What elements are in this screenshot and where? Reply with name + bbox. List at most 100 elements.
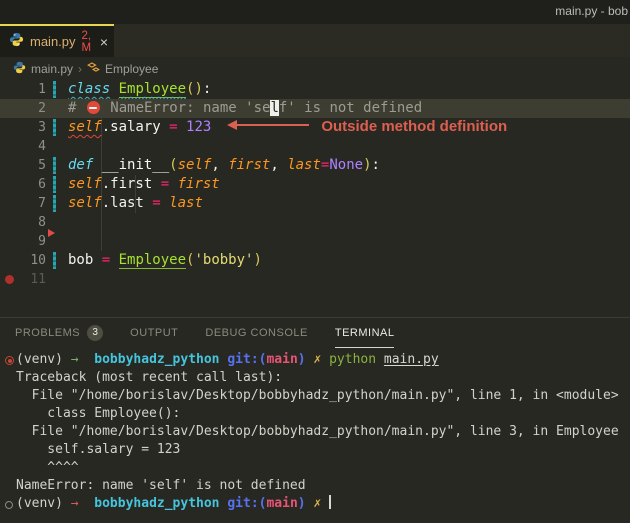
code-token: f' is not defined <box>278 100 423 116</box>
code-line[interactable]: 3 self.salary = 123 Outside method definit… <box>0 118 630 137</box>
code-line[interactable]: 11 <box>0 270 630 289</box>
code-token: def <box>68 157 94 173</box>
problems-count-badge: 3 <box>87 325 104 341</box>
python-icon <box>9 32 24 51</box>
code-text: self.last = last <box>68 194 203 213</box>
terminal-line: ^^^^ <box>4 459 630 477</box>
code-token: = <box>160 119 187 135</box>
code-token: .salary <box>101 119 161 135</box>
chevron-right-icon: › <box>78 61 83 76</box>
code-token: File "/home/borislav/Desktop/bobbyhadz_p… <box>16 388 619 403</box>
breadcrumb-file[interactable]: main.py <box>31 62 73 76</box>
tab-output[interactable]: OUTPUT <box>130 318 178 348</box>
terminal-lines: (venv) → bobbyhadz_python git:(main) ✗ p… <box>4 351 630 513</box>
code-token: first <box>177 176 220 192</box>
error-dot-icon <box>5 275 14 284</box>
bottom-panel: PROBLEMS 3 OUTPUT DEBUG CONSOLE TERMINAL… <box>0 317 630 523</box>
tab-problems[interactable]: PROBLEMS 3 <box>15 318 104 348</box>
code-token: .last <box>101 195 144 211</box>
line-number: 7 <box>38 196 46 211</box>
code-token: main.py <box>383 352 439 367</box>
code-token: last <box>169 195 203 211</box>
line-number: 10 <box>30 253 46 268</box>
tab-debug-console-label: DEBUG CONSOLE <box>205 327 308 339</box>
code-token: # <box>68 100 85 116</box>
annotation-arrow-icon <box>227 120 310 130</box>
code-token: Employee <box>118 81 187 98</box>
code-text: # NameError: name 'self' is not defined <box>68 99 422 118</box>
code-token: self <box>177 157 212 173</box>
code-editor[interactable]: 1 class Employee(): 2 # NameError: name 'se… <box>0 80 630 317</box>
code-line[interactable]: 1 class Employee(): <box>0 80 630 99</box>
indent-guide <box>101 232 102 251</box>
git-modified-indicator <box>53 176 56 193</box>
git-modified-indicator <box>53 157 56 174</box>
code-line[interactable]: 9 <box>0 232 630 251</box>
terminal-line: (venv) → bobbyhadz_python git:(main) ✗ <box>4 495 630 513</box>
code-token: class <box>68 81 111 97</box>
red-triangle-marker-icon <box>48 229 55 237</box>
code-token: main <box>266 496 298 511</box>
code-token: bobbyhadz_python <box>94 496 220 511</box>
code-line[interactable]: 8 <box>0 213 630 237</box>
code-token: Traceback (most recent call last): <box>16 370 283 385</box>
code-token: __init__ <box>101 157 170 173</box>
no-entry-icon <box>86 101 100 114</box>
code-text: def __init__(self, first, last=None): <box>68 156 380 175</box>
code-token: None <box>329 157 364 173</box>
code-token: 'bobby' <box>194 252 254 268</box>
code-token: 123 <box>186 119 212 135</box>
code-text: self.salary = 123 Outside method definiti… <box>68 118 507 137</box>
annotation-text: Outside method definition <box>321 118 508 135</box>
code-line[interactable]: 5 def __init__(self, first, last=None): <box>0 156 630 175</box>
code-line[interactable]: 6 self.first = first <box>0 175 630 194</box>
code-line[interactable]: 7 self.last = last <box>0 194 630 213</box>
tab-debug-console[interactable]: DEBUG CONSOLE <box>205 318 307 348</box>
code-token: self.salary = 123 <box>16 442 181 457</box>
code-token: : <box>202 81 212 97</box>
tab-close-icon[interactable]: × <box>100 34 108 50</box>
code-token: File "/home/borislav/Desktop/bobbyhadz_p… <box>16 424 619 439</box>
tab-label: main.py <box>30 34 76 49</box>
code-token: NameError: name 'self' is not defined <box>16 478 306 493</box>
line-number: 8 <box>38 215 46 230</box>
terminal-line: File "/home/borislav/Desktop/bobbyhadz_p… <box>4 387 630 405</box>
code-token: , <box>211 157 229 173</box>
text-cursor <box>329 495 332 509</box>
code-token: = <box>93 252 119 268</box>
terminal-line: self.salary = 123 <box>4 441 630 459</box>
code-token: ) <box>253 252 262 268</box>
tab-output-label: OUTPUT <box>130 327 179 339</box>
breadcrumb-symbol[interactable]: Employee <box>105 62 158 76</box>
code-token: .first <box>101 176 153 192</box>
terminal-line: File "/home/borislav/Desktop/bobbyhadz_p… <box>4 423 630 441</box>
code-token: ) <box>297 496 306 511</box>
tab-terminal[interactable]: TERMINAL <box>334 318 395 348</box>
code-token: : <box>371 157 380 173</box>
code-line[interactable]: 10 bob = Employee('bobby') <box>0 251 630 270</box>
tab-main-py[interactable]: main.py 2, M × <box>0 24 114 57</box>
code-token: → <box>70 496 79 511</box>
git-modified-indicator <box>53 119 56 136</box>
code-token: () <box>186 81 203 97</box>
code-line[interactable]: 4 <box>0 137 630 156</box>
code-token: first <box>228 157 271 173</box>
prompt-status-icon <box>5 356 14 365</box>
terminal-line: Traceback (most recent call last): <box>4 369 630 387</box>
code-token: = <box>143 195 170 211</box>
code-token: self <box>68 119 102 135</box>
line-number: 1 <box>38 82 46 97</box>
code-token: ) <box>363 157 372 173</box>
code-line[interactable]: 2 # NameError: name 'self' is not defined <box>0 99 630 118</box>
code-token: NameError: name 'se <box>101 100 271 116</box>
code-token: last <box>287 157 321 173</box>
git-modified-indicator <box>53 81 56 98</box>
terminal[interactable]: (venv) → bobbyhadz_python git:(main) ✗ p… <box>0 348 630 523</box>
indent-guide <box>101 213 102 232</box>
